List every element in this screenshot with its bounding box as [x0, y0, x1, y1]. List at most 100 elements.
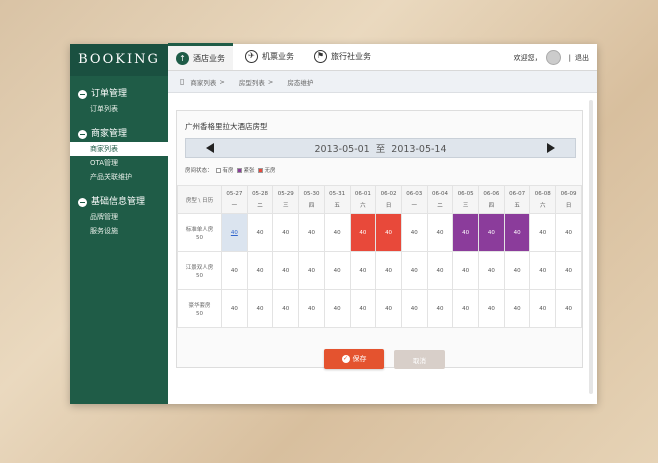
logout-link[interactable]: 退出 [575, 53, 589, 63]
date-header: 06-03 一 [400, 185, 428, 214]
date-header: 05-29 三 [272, 185, 300, 214]
corner-header: 房型 \ 日历 [177, 185, 222, 214]
availability-cell[interactable]: 40 [298, 251, 325, 290]
availability-cell[interactable]: 40 [323, 251, 351, 290]
date-label: 06-08 [534, 190, 551, 197]
availability-cell[interactable]: 40 [272, 289, 300, 328]
tab-0[interactable]: ↑ 酒店业务 [168, 43, 233, 70]
availability-value: 40 [307, 305, 315, 312]
sidebar-item[interactable]: OTA管理 [70, 156, 168, 170]
date-label: 05-29 [277, 190, 294, 197]
availability-cell[interactable]: 40 [221, 289, 248, 328]
next-arrow-icon[interactable] [547, 143, 555, 153]
availability-cell[interactable]: 40 [400, 213, 428, 252]
availability-cell[interactable]: 40 [529, 213, 557, 252]
tab-1[interactable]: ✈ 机票业务 [237, 43, 302, 70]
availability-cell[interactable]: 40 [555, 289, 582, 328]
availability-cell[interactable]: 40 [298, 213, 325, 252]
availability-value[interactable]: 40 [231, 230, 238, 236]
availability-value: 40 [385, 267, 393, 274]
weekday-label: 日 [385, 202, 392, 209]
breadcrumb: ▯ 商家列表 > 房型列表 > 房态维护 [168, 71, 597, 93]
availability-cell[interactable]: 40 [503, 251, 531, 290]
availability-cell[interactable]: 40 [426, 251, 454, 290]
avatar[interactable] [545, 50, 561, 65]
availability-cell[interactable]: 40 [272, 251, 300, 290]
availability-value: 40 [333, 229, 341, 236]
availability-cell[interactable]: 40 [246, 289, 274, 328]
availability-value: 40 [565, 267, 573, 274]
availability-cell[interactable]: 40 [221, 213, 248, 252]
sidebar-section-header[interactable]: 基础信息管理 [70, 194, 168, 210]
availability-cell[interactable]: 40 [323, 289, 351, 328]
sidebar-item[interactable]: 服务设施 [70, 224, 168, 238]
availability-cell[interactable]: 40 [221, 251, 248, 290]
availability-cell[interactable]: 40 [246, 251, 274, 290]
availability-value: 40 [539, 229, 547, 236]
availability-cell[interactable]: 40 [555, 251, 582, 290]
availability-cell[interactable]: 40 [426, 213, 454, 252]
availability-cell[interactable]: 40 [503, 289, 531, 328]
availability-cell[interactable]: 40 [349, 213, 377, 252]
date-header: 06-04 二 [426, 185, 454, 214]
availability-cell[interactable]: 40 [478, 289, 505, 328]
date-header: 06-08 六 [529, 185, 557, 214]
tab-2[interactable]: ⚑ 旅行社业务 [306, 43, 379, 70]
sidebar-item[interactable]: 商家列表 [70, 142, 168, 156]
availability-cell[interactable]: 40 [452, 289, 480, 328]
availability-value: 40 [513, 229, 521, 236]
date-navigator: 2013-05-01 至 2013-05-14 [185, 138, 576, 158]
availability-value: 40 [539, 267, 547, 274]
table-row: 标准单人房 50 40 40 40 40 40 40 40 40 40 40 40 40 40 40 [177, 213, 582, 252]
availability-value: 40 [385, 305, 393, 312]
availability-cell[interactable]: 40 [400, 289, 428, 328]
save-button[interactable]: ✓ 保存 [324, 349, 384, 369]
sidebar-section-title: 订单管理 [91, 89, 128, 99]
availability-value: 40 [436, 229, 444, 236]
cancel-button[interactable]: 取消 [394, 350, 445, 369]
availability-cell[interactable]: 40 [323, 213, 351, 252]
availability-cell[interactable]: 40 [478, 251, 505, 290]
availability-cell[interactable]: 40 [452, 251, 480, 290]
availability-cell[interactable]: 40 [529, 289, 557, 328]
upload-circle-icon: ↑ [176, 51, 189, 65]
weekday-label: 四 [488, 202, 495, 209]
collapse-icon [78, 197, 87, 207]
sidebar-item[interactable]: 品牌管理 [70, 210, 168, 224]
availability-cell[interactable]: 40 [529, 251, 557, 290]
availability-value: 40 [487, 229, 495, 236]
date-label: 06-01 [354, 190, 371, 197]
availability-value: 40 [307, 229, 315, 236]
breadcrumb-item-roomtypes[interactable]: 房型列表 [239, 77, 265, 87]
sidebar-item[interactable]: 产品关联维护 [70, 170, 168, 184]
date-label: 06-02 [380, 190, 397, 197]
availability-cell[interactable]: 40 [272, 213, 300, 252]
prev-arrow-icon[interactable] [206, 143, 214, 153]
scrollbar[interactable] [589, 100, 593, 394]
availability-cell[interactable]: 40 [503, 213, 531, 252]
status-legend: 房间状态： 有房 紧张 无房 [185, 166, 276, 174]
availability-cell[interactable]: 40 [426, 289, 454, 328]
availability-cell[interactable]: 40 [246, 213, 274, 252]
sidebar-item[interactable]: 订单列表 [70, 102, 168, 116]
availability-cell[interactable]: 40 [555, 213, 582, 252]
legend-label: 房间状态： [185, 168, 213, 174]
availability-value: 40 [565, 305, 573, 312]
sidebar-section-header[interactable]: 商家管理 [70, 126, 168, 142]
tab-label: 机票业务 [262, 52, 294, 61]
availability-value: 40 [565, 229, 573, 236]
sidebar-section-header[interactable]: 订单管理 [70, 86, 168, 102]
availability-cell[interactable]: 40 [478, 213, 505, 252]
availability-cell[interactable]: 40 [298, 289, 325, 328]
availability-cell[interactable]: 40 [375, 251, 402, 290]
date-label: 05-28 [252, 190, 269, 197]
weekday-label: 二 [257, 202, 263, 209]
breadcrumb-item-merchants[interactable]: 商家列表 [190, 77, 216, 87]
availability-cell[interactable]: 40 [375, 289, 402, 328]
availability-cell[interactable]: 40 [452, 213, 480, 252]
availability-cell[interactable]: 40 [400, 251, 428, 290]
availability-cell[interactable]: 40 [349, 289, 377, 328]
availability-cell[interactable]: 40 [349, 251, 377, 290]
availability-value: 40 [487, 305, 495, 312]
availability-cell[interactable]: 40 [375, 213, 402, 252]
